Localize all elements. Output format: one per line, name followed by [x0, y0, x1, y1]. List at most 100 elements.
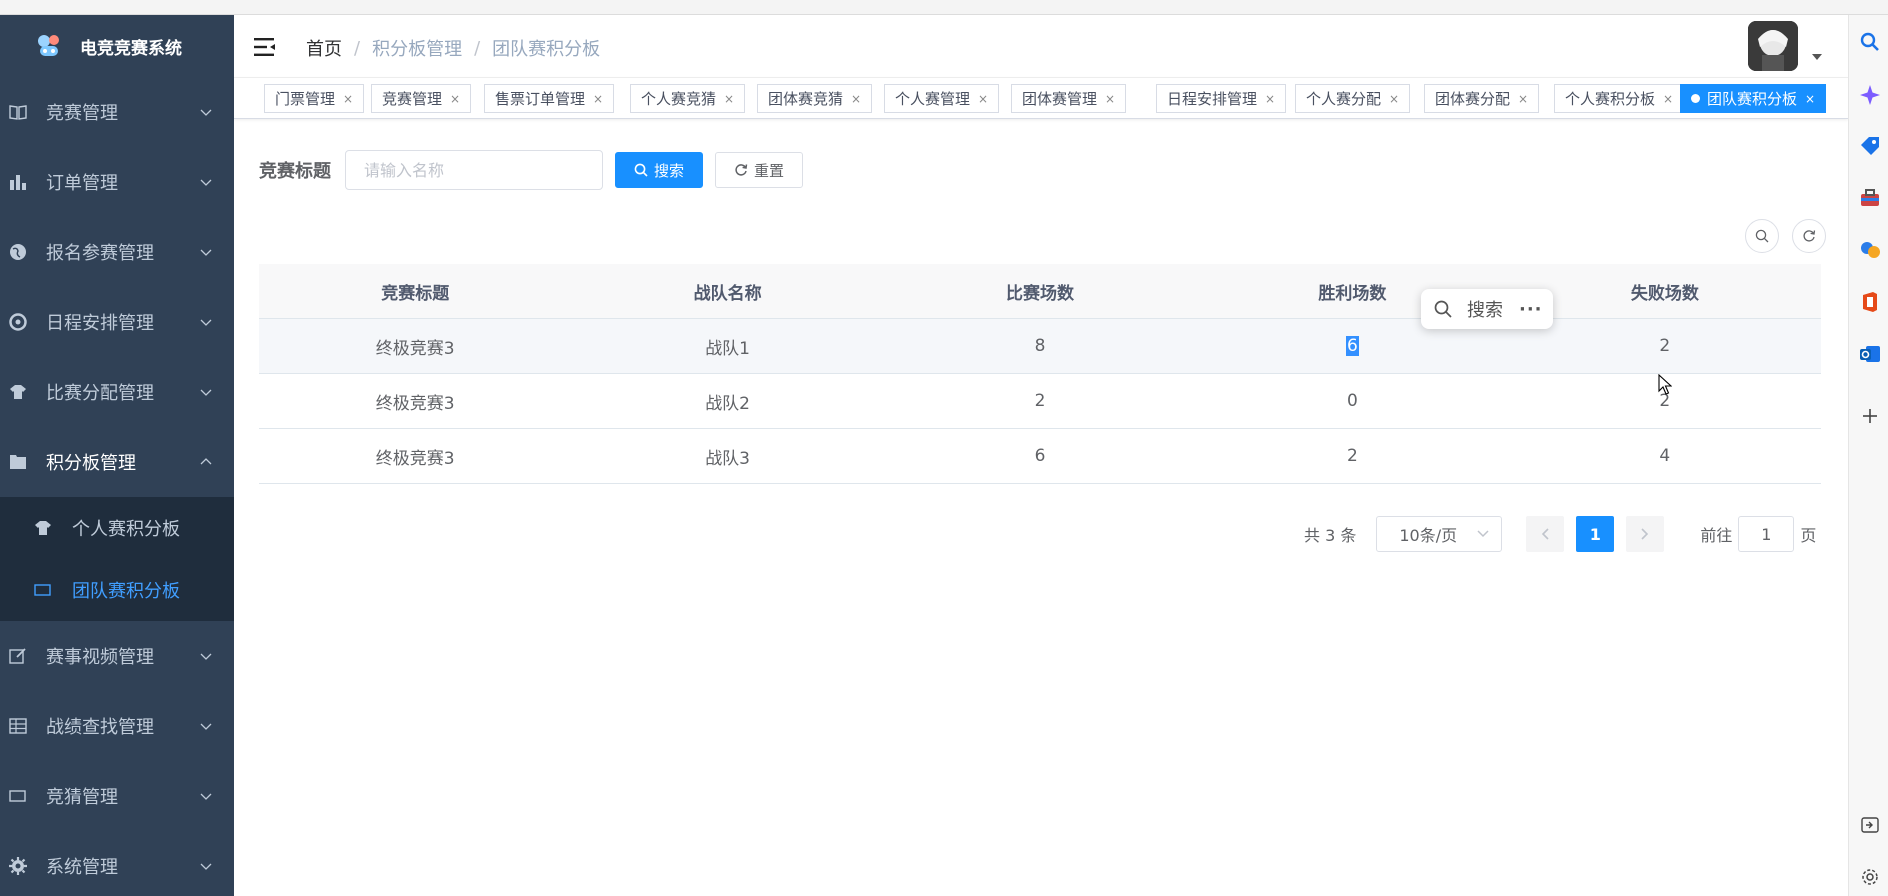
close-icon[interactable]: × — [343, 92, 353, 106]
search-icon — [1755, 229, 1769, 243]
sidebar-item[interactable]: 赛事视频管理 — [0, 621, 234, 691]
search-form: 竞赛标题 搜索 重置 — [259, 150, 804, 190]
close-icon[interactable]: × — [1389, 92, 1399, 106]
gear-icon[interactable] — [1859, 866, 1881, 888]
breadcrumb-level2: 团队赛积分板 — [492, 39, 601, 60]
app-logo[interactable]: 电竞竞赛系统 — [0, 15, 234, 77]
outlook-icon[interactable] — [1859, 343, 1881, 365]
sidebar-item[interactable]: 日程安排管理 — [0, 287, 234, 357]
chevron-down-icon — [200, 109, 212, 116]
tag-label: 个人赛积分板 — [1565, 90, 1656, 108]
globe-icon — [8, 242, 28, 262]
sidebar-subitem-label: 个人赛积分板 — [72, 519, 180, 540]
goto-suffix: 页 — [1800, 526, 1817, 545]
sidebar: 电竞竞赛系统 竞赛管理 订单管理报名参赛管理日程安排管理 比赛分配管理 积分板管理个人… — [0, 15, 234, 896]
tag-item[interactable]: 个人赛积分板 × — [1554, 84, 1685, 113]
copilot-sparkle-icon[interactable] — [1859, 84, 1881, 106]
close-icon[interactable]: × — [1265, 92, 1275, 106]
toolbox-icon[interactable] — [1859, 187, 1881, 209]
tag-item[interactable]: 竞赛管理 × — [371, 84, 472, 113]
page-number-current[interactable]: 1 — [1576, 516, 1615, 552]
table-row[interactable]: 终极竞赛3 战队1 8 6 2 — [259, 319, 1821, 374]
table-cell: 4 — [1659, 446, 1671, 466]
monitor-icon — [8, 786, 28, 806]
prev-page-button[interactable] — [1526, 516, 1565, 552]
popup-search-label[interactable]: 搜索 — [1467, 296, 1503, 322]
sidebar-item[interactable]: 报名参赛管理 — [0, 217, 234, 287]
chevron-down-icon — [200, 723, 212, 730]
sidebar-item[interactable]: 比赛分配管理 — [0, 357, 234, 427]
breadcrumb-home[interactable]: 首页 — [306, 35, 342, 61]
sidebar-item[interactable]: 竞赛管理 — [0, 77, 234, 147]
tag-item[interactable]: 售票订单管理 × — [484, 84, 615, 113]
tag-item[interactable]: 个人赛竞猜 × — [630, 84, 746, 113]
tag-item[interactable]: 日程安排管理 × — [1156, 84, 1287, 113]
browser-bookmarks-strip — [0, 0, 1888, 15]
search-button[interactable]: 搜索 — [615, 152, 704, 188]
edit-icon — [8, 646, 28, 666]
tag-item[interactable]: 团队赛积分板 × — [1680, 84, 1827, 113]
table-cell: 2 — [1659, 336, 1671, 356]
tag-label: 团体赛管理 — [1022, 90, 1098, 108]
tag-item[interactable]: 个人赛管理 × — [884, 84, 1000, 113]
table-row[interactable]: 终极竞赛3 战队2 2 0 2 — [259, 374, 1821, 429]
tag-label: 日程安排管理 — [1167, 90, 1258, 108]
tag-label: 个人赛管理 — [895, 90, 971, 108]
sidebar-subitem[interactable]: 个人赛积分板 — [0, 497, 234, 559]
dashboard-icon — [8, 312, 28, 332]
avatar[interactable] — [1748, 21, 1798, 71]
office-icon[interactable] — [1859, 291, 1881, 313]
sidebar-item[interactable]: 订单管理 — [0, 147, 234, 217]
sidebar-item[interactable]: 竞猜管理 — [0, 761, 234, 831]
more-options-icon[interactable]: ··· — [1519, 299, 1543, 320]
close-icon[interactable]: × — [1518, 92, 1528, 106]
search-icon[interactable] — [1859, 31, 1881, 53]
close-icon[interactable]: × — [978, 92, 988, 106]
table-header: 竞赛标题 战队名称 比赛场数 胜利场数 失败场数 — [259, 264, 1821, 319]
tag-item[interactable]: 团体赛竞猜 × — [757, 84, 873, 113]
reset-button[interactable]: 重置 — [715, 152, 804, 188]
add-icon[interactable] — [1859, 405, 1881, 427]
games-icon[interactable] — [1859, 239, 1881, 261]
close-icon[interactable]: × — [450, 92, 460, 106]
sidebar-item-label: 系统管理 — [46, 857, 118, 878]
close-icon[interactable]: × — [724, 92, 734, 106]
sidebar-subitem[interactable]: 团队赛积分板 — [0, 559, 234, 621]
expand-panel-icon[interactable] — [1859, 814, 1881, 836]
chevron-down-icon — [200, 863, 212, 870]
tag-label: 门票管理 — [275, 90, 336, 108]
avatar-caret-icon[interactable] — [1812, 54, 1822, 60]
search-icon — [1434, 300, 1452, 318]
toggle-search-button[interactable] — [1745, 219, 1779, 253]
chevron-down-icon — [200, 653, 212, 660]
sidebar-item-label: 报名参赛管理 — [46, 243, 154, 264]
tag-icon[interactable] — [1859, 135, 1881, 157]
sidebar-item[interactable]: 战绩查找管理 — [0, 691, 234, 761]
sidebar-item[interactable]: 积分板管理 — [0, 427, 234, 497]
sidebar-item[interactable]: 系统管理 — [0, 831, 234, 896]
selected-text: 6 — [1346, 336, 1359, 356]
table-cell: 战队2 — [705, 393, 751, 414]
page-size-select[interactable]: 10条/页 — [1376, 516, 1503, 552]
pagination-total: 共 3 条 — [1304, 526, 1357, 545]
goto-page-input[interactable] — [1738, 516, 1795, 552]
title-search-input[interactable] — [345, 150, 603, 190]
tag-item[interactable]: 个人赛分配 × — [1295, 84, 1411, 113]
next-page-button[interactable] — [1626, 516, 1665, 552]
selection-search-popup[interactable]: 搜索 ··· — [1421, 289, 1553, 329]
tag-item[interactable]: 团体赛分配 × — [1424, 84, 1540, 113]
close-icon[interactable]: × — [1105, 92, 1115, 106]
close-icon[interactable]: × — [593, 92, 603, 106]
close-icon[interactable]: × — [851, 92, 861, 106]
tag-item[interactable]: 团体赛管理 × — [1011, 84, 1127, 113]
table-cell: 终极竞赛3 — [375, 448, 455, 469]
table-row[interactable]: 终极竞赛3 战队3 6 2 4 — [259, 429, 1821, 484]
close-icon[interactable]: × — [1805, 92, 1815, 106]
tag-item[interactable]: 门票管理 × — [264, 84, 365, 113]
refresh-table-button[interactable] — [1792, 219, 1826, 253]
browser-side-panel — [1848, 15, 1888, 896]
close-icon[interactable]: × — [1663, 92, 1673, 106]
chevron-down-icon — [200, 389, 212, 396]
sidebar-subitem-label: 团队赛积分板 — [72, 581, 180, 602]
hamburger-icon[interactable] — [254, 37, 276, 57]
